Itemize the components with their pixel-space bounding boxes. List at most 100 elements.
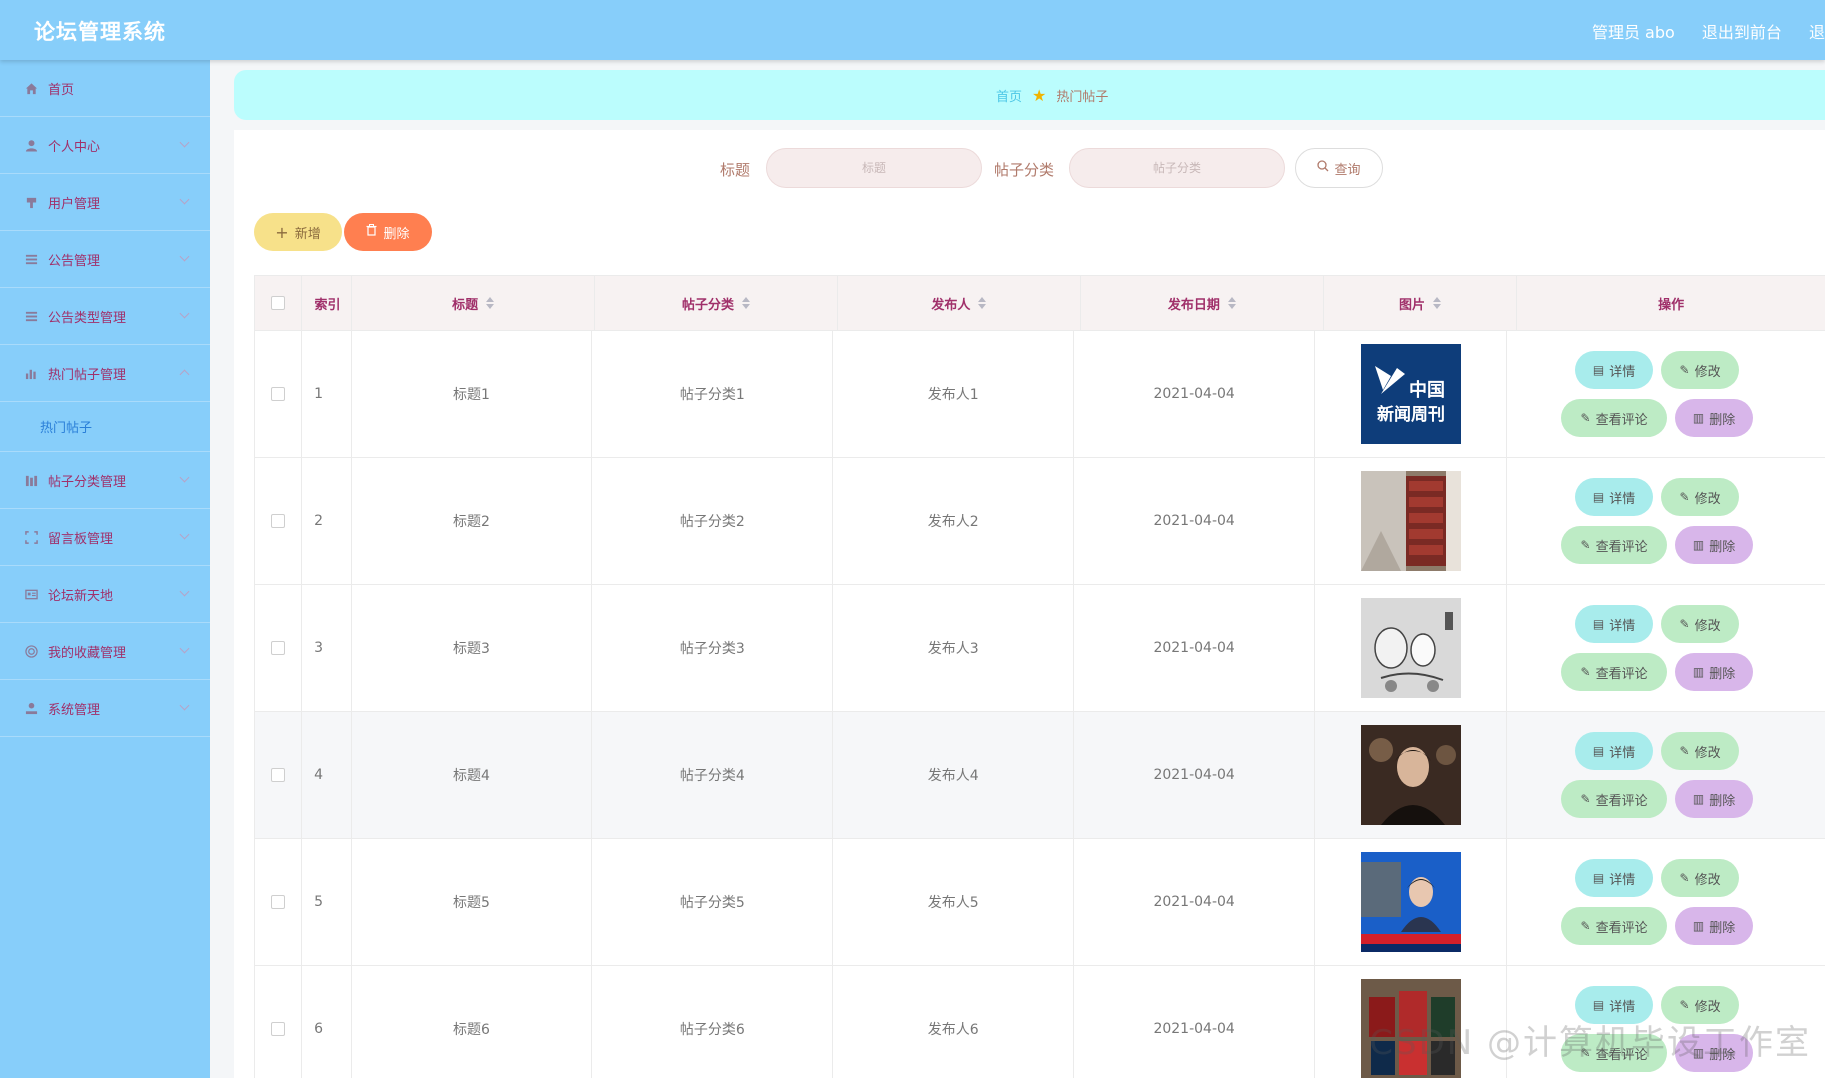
thumb-text: 中国 (1409, 379, 1445, 401)
sidebar-item-home[interactable]: 首页 (0, 60, 210, 117)
table-row: 6 标题6 帖子分类6 发布人6 2021-04-04 ▤ 详情 ✎ 修改 ✎ 查看评… (255, 966, 1825, 1078)
image-cell: 中国 新闻周刊 (1315, 331, 1508, 457)
sidebar-item-profile[interactable]: 个人中心 (0, 117, 210, 174)
index-cell: 6 (302, 966, 352, 1078)
view-comments-button[interactable]: ✎ 查看评论 (1561, 399, 1668, 437)
row-checkbox[interactable] (271, 895, 286, 909)
post-thumbnail[interactable] (1360, 979, 1461, 1078)
trash-icon: ▥ (1692, 665, 1705, 679)
row-actions: ▤ 详情 ✎ 修改 ✎ 查看评论 ▥ 删除 (1507, 471, 1825, 571)
header-category[interactable]: 帖子分类 (595, 276, 838, 330)
sidebar-item-message-board[interactable]: 留言板管理 (0, 509, 210, 566)
remove-button[interactable]: ▥ 删除 (1675, 526, 1754, 564)
title-search-input[interactable] (766, 148, 982, 188)
view-comments-button[interactable]: ✎ 查看评论 (1561, 1034, 1668, 1072)
row-checkbox[interactable] (271, 768, 286, 782)
document-icon: ▤ (1592, 363, 1605, 377)
edit-button[interactable]: ✎ 修改 (1661, 859, 1740, 897)
detail-button[interactable]: ▤ 详情 (1575, 732, 1654, 770)
remove-button[interactable]: ▥ 删除 (1675, 907, 1754, 945)
sidebar-item-notices[interactable]: 公告管理 (0, 231, 210, 288)
home-icon (24, 81, 38, 95)
sidebar-item-forum-world[interactable]: 论坛新天地 (0, 566, 210, 623)
bulk-delete-button[interactable]: 删除 (344, 213, 432, 251)
view-comments-button[interactable]: ✎ 查看评论 (1561, 907, 1668, 945)
remove-button[interactable]: ▥ 删除 (1675, 399, 1754, 437)
edit-button[interactable]: ✎ 修改 (1661, 478, 1740, 516)
detail-label: 详情 (1609, 618, 1636, 634)
pencil-icon: ✎ (1580, 411, 1591, 425)
row-checkbox[interactable] (271, 1022, 286, 1036)
remove-button[interactable]: ▥ 删除 (1675, 1034, 1754, 1072)
search-icon (1317, 160, 1329, 176)
document-icon: ▤ (1592, 998, 1605, 1012)
header-title[interactable]: 标题 (352, 276, 596, 330)
title-cell: 标题2 (352, 458, 593, 584)
comments-label: 查看评论 (1595, 666, 1648, 682)
sort-icon[interactable] (742, 297, 751, 309)
header-author[interactable]: 发布人 (838, 276, 1081, 330)
row-actions: ▤ 详情 ✎ 修改 ✎ 查看评论 ▥ 删除 (1507, 979, 1825, 1078)
sort-icon[interactable] (1433, 297, 1442, 309)
edit-button[interactable]: ✎ 修改 (1661, 732, 1740, 770)
remove-button[interactable]: ▥ 删除 (1675, 653, 1754, 691)
post-thumbnail[interactable] (1360, 725, 1461, 825)
sidebar-item-notice-types[interactable]: 公告类型管理 (0, 288, 210, 345)
view-comments-button[interactable]: ✎ 查看评论 (1561, 653, 1668, 691)
detail-button[interactable]: ▤ 详情 (1575, 478, 1654, 516)
post-thumbnail[interactable]: 中国 新闻周刊 (1360, 344, 1461, 444)
header-image[interactable]: 图片 (1324, 276, 1518, 330)
search-button[interactable]: 查询 (1295, 148, 1383, 188)
detail-button[interactable]: ▤ 详情 (1575, 859, 1654, 897)
sort-icon[interactable] (1227, 297, 1236, 309)
back-to-front-link[interactable]: 退出到前台 (1702, 23, 1782, 42)
table-row: 5 标题5 帖子分类5 发布人5 2021-04-04 ▤ 详情 ✎ 修改 ✎ 查看评… (255, 839, 1825, 966)
operations-cell: ▤ 详情 ✎ 修改 ✎ 查看评论 ▥ 删除 (1507, 458, 1825, 584)
document-icon: ▤ (1592, 744, 1605, 758)
logout-link[interactable]: 退 (1809, 23, 1825, 42)
sidebar-item-post-categories[interactable]: 帖子分类管理 (0, 452, 210, 509)
post-thumbnail[interactable] (1360, 471, 1461, 571)
sidebar-item-users[interactable]: 用户管理 (0, 174, 210, 231)
breadcrumb: 首页 ★ 热门帖子 (234, 70, 1825, 120)
header-date[interactable]: 发布日期 (1081, 276, 1324, 330)
sidebar-item-system[interactable]: 系统管理 (0, 680, 210, 737)
view-comments-button[interactable]: ✎ 查看评论 (1561, 526, 1668, 564)
chevron-down-icon (179, 700, 190, 711)
index-cell: 3 (302, 585, 352, 711)
breadcrumb-home[interactable]: 首页 (996, 86, 1022, 105)
admin-name[interactable]: 管理员 abo (1592, 23, 1675, 42)
table-row: 1 标题1 帖子分类1 发布人1 2021-04-04 中国 新闻周刊 ▤ 详情 ✎… (255, 331, 1825, 458)
select-all-checkbox[interactable] (271, 296, 286, 310)
chevron-down-icon (179, 194, 190, 205)
edit-button[interactable]: ✎ 修改 (1661, 986, 1740, 1024)
table-body: 1 标题1 帖子分类1 发布人1 2021-04-04 中国 新闻周刊 ▤ 详情 ✎… (255, 331, 1825, 1078)
post-thumbnail[interactable] (1360, 598, 1461, 698)
sidebar-item-hot-posts[interactable]: 热门帖子管理 (0, 345, 210, 402)
sidebar-item-favorites[interactable]: 我的收藏管理 (0, 623, 210, 680)
trash-icon: ▥ (1692, 792, 1705, 806)
row-checkbox[interactable] (271, 641, 286, 655)
index-cell: 2 (302, 458, 352, 584)
remove-button[interactable]: ▥ 删除 (1675, 780, 1754, 818)
detail-button[interactable]: ▤ 详情 (1575, 986, 1654, 1024)
detail-label: 详情 (1609, 491, 1636, 507)
sort-icon[interactable] (978, 297, 987, 309)
row-checkbox[interactable] (271, 514, 286, 528)
column-label: 操作 (1658, 297, 1685, 313)
category-search-input[interactable] (1069, 148, 1285, 188)
pencil-icon: ✎ (1679, 998, 1690, 1012)
sort-icon[interactable] (486, 297, 495, 309)
post-thumbnail[interactable] (1360, 852, 1461, 952)
sidebar-subitem-hot-posts[interactable]: 热门帖子 (0, 402, 210, 452)
edit-button[interactable]: ✎ 修改 (1661, 605, 1740, 643)
detail-button[interactable]: ▤ 详情 (1575, 351, 1654, 389)
add-button-label: 新增 (294, 226, 321, 242)
edit-button[interactable]: ✎ 修改 (1661, 351, 1740, 389)
add-button[interactable]: + 新增 (254, 213, 342, 251)
chevron-down-icon (179, 586, 190, 597)
row-checkbox[interactable] (271, 387, 286, 401)
detail-button[interactable]: ▤ 详情 (1575, 605, 1654, 643)
view-comments-button[interactable]: ✎ 查看评论 (1561, 780, 1668, 818)
sidebar-item-label: 论坛新天地 (48, 588, 114, 604)
